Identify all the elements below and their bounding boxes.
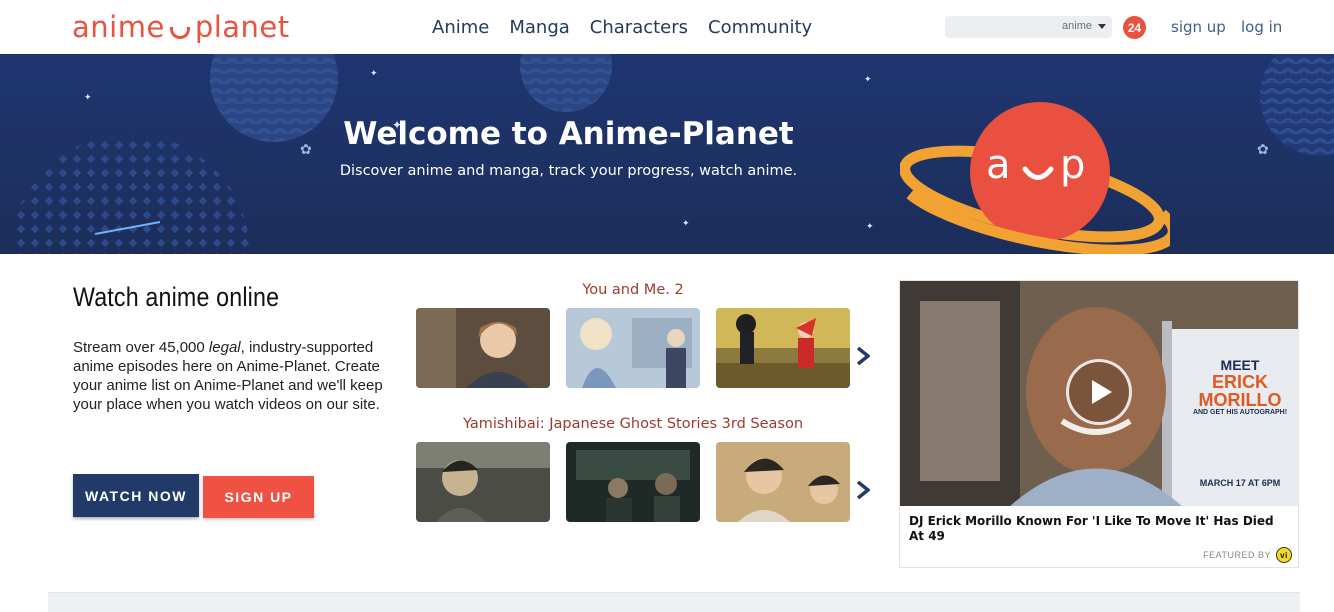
thumbnail-art [416,442,550,522]
desc-text: Stream over 45,000 [73,339,209,356]
main-nav: Anime Manga Characters Community [432,17,812,38]
search-type-select[interactable]: anime [1062,20,1106,32]
watch-intro: Watch anime online Stream over 45,000 le… [73,282,383,414]
featured-by: FEATURED BY vi [1203,547,1292,563]
video-caption[interactable]: DJ Erick Morillo Known For 'I Like To Mo… [909,514,1289,544]
hero-banner: ✿ ✿ ✦ ✦ ✦ ✦ ✦ ✦ Welcome to Anime-Planet … [0,54,1334,254]
nav-anime[interactable]: Anime [432,17,489,38]
sign-up-button[interactable]: SIGN UP [203,476,314,518]
vi-logo-icon: vi [1276,547,1292,563]
planet-logo-icon: a p [900,102,1170,254]
next-arrow-icon[interactable] [856,480,870,500]
signup-link[interactable]: sign up [1171,18,1226,36]
watch-now-button[interactable]: WATCH NOW [73,474,199,517]
chevron-down-icon [1098,23,1106,29]
notification-badge[interactable]: 24 [1123,16,1146,39]
poster-line: AND GET HIS AUTOGRAPH! [1192,409,1288,416]
next-arrow-icon[interactable] [856,346,870,366]
site-logo[interactable]: anime planet [72,10,290,44]
nav-community[interactable]: Community [708,17,812,38]
featured-label: FEATURED BY [1203,550,1271,560]
episode-thumbnail[interactable] [416,308,550,388]
episode-thumbnail[interactable] [566,308,700,388]
poster-line: MORILLO [1198,390,1282,410]
episode-thumbnail[interactable] [716,442,850,522]
login-link[interactable]: log in [1241,18,1282,36]
desc-emphasis: legal [208,339,241,356]
video-player[interactable]: MEET ERICK MORILLO AND GET HIS AUTOGRAPH… [900,281,1298,506]
nav-manga[interactable]: Manga [509,17,569,38]
search-box: anime [945,16,1112,38]
thumbnail-art [566,442,700,522]
thumbnail-art [716,308,850,388]
poster-line: MEET [1220,357,1260,373]
poster-line: MARCH 17 AT 6PM [1199,478,1281,488]
svg-text:✿: ✿ [1257,141,1269,157]
svg-text:p: p [1060,142,1085,188]
thumbnail-art [566,308,700,388]
thumbnail-art [716,442,850,522]
logo-text-left: anime [72,10,165,44]
play-icon[interactable] [1066,359,1132,425]
search-input[interactable] [951,18,1051,36]
video-ad: MEET ERICK MORILLO AND GET HIS AUTOGRAPH… [899,280,1299,568]
show-title-1[interactable]: You and Me. 2 [416,282,850,298]
footer-section [48,592,1300,612]
logo-smile-icon [169,27,190,39]
watch-description: Stream over 45,000 legal, industry-suppo… [73,338,383,414]
nav-characters[interactable]: Characters [590,17,688,38]
show-title-2[interactable]: Yamishibai: Japanese Ghost Stories 3rd S… [416,416,850,432]
poster-line: ERICK [1211,372,1268,392]
episode-thumbnail[interactable] [416,442,550,522]
search-type-label: anime [1062,20,1092,32]
poster-text: MEET ERICK MORILLO AND GET HIS AUTOGRAPH… [1188,357,1292,488]
episode-thumbnail[interactable] [716,308,850,388]
episode-thumbnail[interactable] [566,442,700,522]
watch-heading: Watch anime online [73,282,280,312]
site-header: anime planet Anime Manga Characters Comm… [0,0,1334,54]
svg-text:a: a [986,142,1011,188]
thumbnail-art [416,308,550,388]
logo-text-right: planet [194,10,290,44]
